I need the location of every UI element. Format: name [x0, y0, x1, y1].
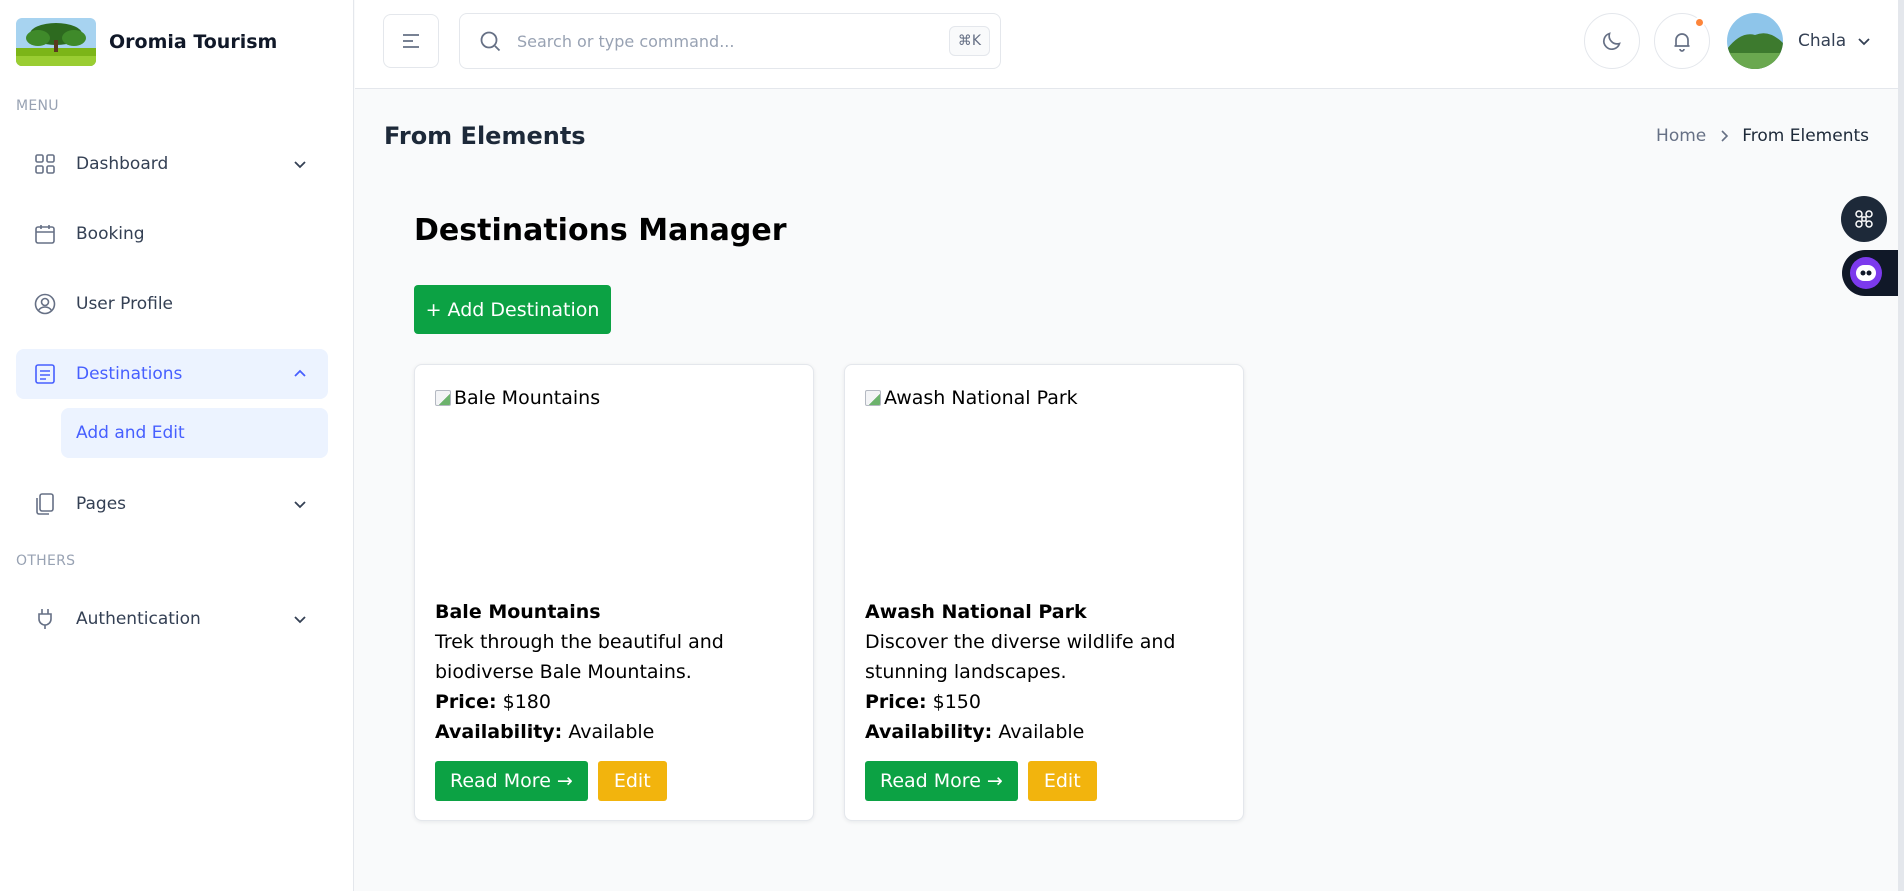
scrollbar[interactable]: [1898, 0, 1904, 891]
card-description: Trek through the beautiful and biodivers…: [435, 631, 724, 683]
chevron-down-icon: [294, 161, 306, 169]
dark-mode-toggle[interactable]: [1584, 13, 1640, 69]
availability-value: Available: [998, 721, 1085, 743]
sidebar-item-booking[interactable]: Booking: [16, 209, 328, 259]
avatar: [1727, 13, 1783, 69]
sidebar-subitem-add-and-edit[interactable]: Add and Edit: [61, 408, 328, 458]
menu-section-label: MENU: [16, 98, 59, 114]
grid-icon: [32, 151, 58, 177]
notification-dot: [1694, 17, 1705, 28]
edit-button[interactable]: Edit: [597, 761, 667, 801]
sidebar-item-label: User Profile: [76, 294, 174, 314]
chevron-right-icon: [1721, 130, 1729, 142]
pages-icon: [32, 491, 58, 517]
image-alt-text: Awash National Park: [884, 387, 1078, 409]
card-availability: Availability: Available: [865, 717, 1225, 747]
card-body: Bale Mountains Trek through the beautifu…: [435, 597, 795, 747]
menu-icon: [403, 34, 419, 48]
breadcrumb-home-link[interactable]: Home: [1656, 126, 1706, 146]
card-price: Price: $150: [865, 687, 1225, 717]
card-description: Discover the diverse wildlife and stunni…: [865, 631, 1176, 683]
add-destination-button[interactable]: + Add Destination: [414, 285, 611, 334]
card-body: Awash National Park Discover the diverse…: [865, 597, 1225, 747]
plug-icon: [32, 606, 58, 632]
availability-label: Availability:: [435, 721, 563, 743]
broken-image-icon: [865, 390, 881, 406]
notifications-button[interactable]: [1654, 13, 1710, 69]
search-bar[interactable]: ⌘K: [459, 13, 1001, 69]
edit-button[interactable]: Edit: [1027, 761, 1097, 801]
price-value: $150: [932, 691, 981, 713]
command-icon: [1855, 210, 1873, 228]
moon-icon: [1603, 32, 1621, 50]
page-title: From Elements: [384, 122, 586, 150]
card-title: Awash National Park: [865, 601, 1087, 623]
sidebar-item-dashboard[interactable]: Dashboard: [16, 139, 328, 189]
broken-image-icon: [435, 390, 451, 406]
user-menu[interactable]: Chala: [1727, 13, 1874, 69]
sidebar-item-user-profile[interactable]: User Profile: [16, 279, 328, 329]
sidebar-item-label: Authentication: [76, 609, 201, 629]
sidebar-item-label: Dashboard: [76, 154, 169, 174]
breadcrumb-current: From Elements: [1742, 126, 1869, 146]
bell-icon: [1674, 33, 1690, 52]
card-price: Price: $180: [435, 687, 795, 717]
price-value: $180: [502, 691, 551, 713]
search-icon: [480, 31, 501, 52]
sidebar-item-pages[interactable]: Pages: [16, 479, 328, 529]
destination-image: Awash National Park: [865, 387, 1225, 572]
sidebar-toggle-button[interactable]: [383, 14, 439, 68]
chevron-down-icon: [294, 616, 306, 624]
chevron-down-icon: [1858, 38, 1870, 46]
list-icon: [32, 361, 58, 387]
others-section-label: OTHERS: [16, 553, 76, 569]
card-availability: Availability: Available: [435, 717, 795, 747]
price-label: Price:: [865, 691, 927, 713]
top-header: ⌘K Chala: [355, 0, 1904, 89]
sidebar-item-label: Booking: [76, 224, 145, 244]
command-widget-button[interactable]: [1841, 196, 1887, 242]
user-circle-icon: [32, 291, 58, 317]
card-title: Bale Mountains: [435, 601, 601, 623]
search-input[interactable]: [517, 31, 917, 51]
card-actions: Read More → Edit: [865, 761, 1097, 801]
assistant-widget-button[interactable]: [1842, 250, 1904, 296]
sidebar-item-label: Pages: [76, 494, 127, 514]
destination-card: Awash National Park Awash National Park …: [844, 364, 1244, 821]
sidebar: Oromia Tourism MENU Dashboard Booking Us…: [0, 0, 354, 891]
destinations-manager-heading: Destinations Manager: [414, 213, 787, 248]
read-more-button[interactable]: Read More →: [435, 761, 588, 801]
breadcrumb: Home From Elements: [1656, 126, 1869, 146]
bot-icon: [1850, 257, 1882, 289]
brand-logo: [16, 18, 96, 66]
sidebar-item-destinations[interactable]: Destinations: [16, 349, 328, 399]
destination-image: Bale Mountains: [435, 387, 795, 572]
sidebar-item-authentication[interactable]: Authentication: [16, 594, 328, 644]
brand[interactable]: Oromia Tourism: [16, 18, 277, 66]
image-alt-text: Bale Mountains: [454, 387, 601, 409]
destination-card: Bale Mountains Bale Mountains Trek throu…: [414, 364, 814, 821]
calendar-icon: [32, 221, 58, 247]
price-label: Price:: [435, 691, 497, 713]
chevron-down-icon: [294, 501, 306, 509]
search-shortcut-badge: ⌘K: [948, 26, 990, 56]
availability-label: Availability:: [865, 721, 993, 743]
sidebar-item-label: Destinations: [76, 364, 183, 384]
user-name: Chala: [1798, 31, 1847, 51]
chevron-up-icon: [294, 369, 306, 377]
read-more-button[interactable]: Read More →: [865, 761, 1018, 801]
availability-value: Available: [568, 721, 655, 743]
brand-name: Oromia Tourism: [109, 31, 278, 53]
card-actions: Read More → Edit: [435, 761, 667, 801]
